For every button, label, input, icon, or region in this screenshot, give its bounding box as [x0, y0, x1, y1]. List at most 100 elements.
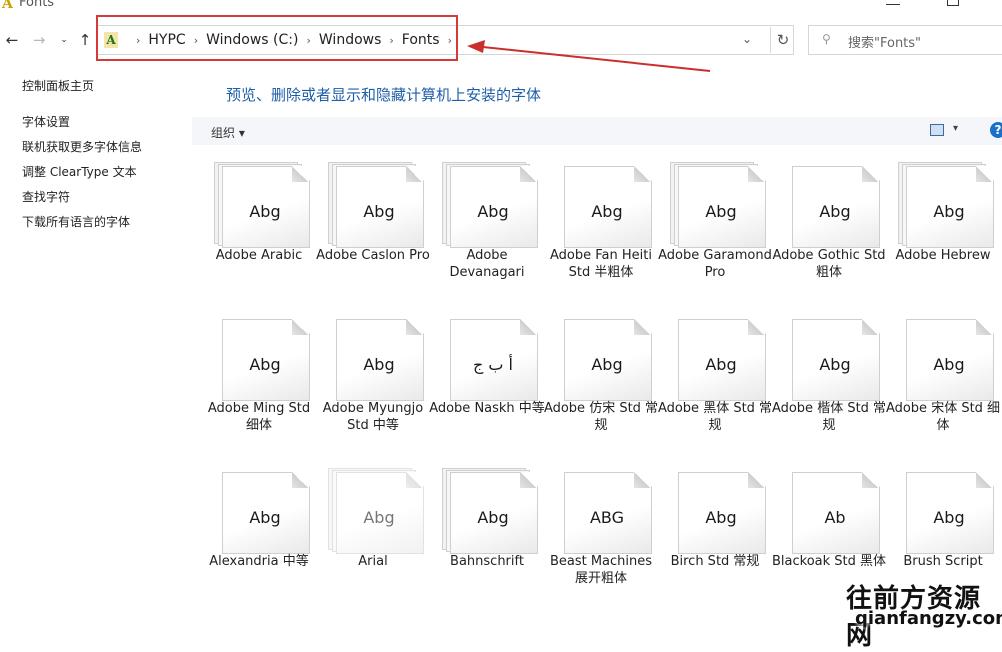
font-file-icon: Abg: [328, 315, 424, 401]
sidebar-link-online-font-info[interactable]: 联机获取更多字体信息: [22, 138, 142, 155]
font-tile[interactable]: Abg Adobe Arabic: [204, 150, 314, 300]
font-preview-glyph: Abg: [933, 354, 965, 374]
font-file-icon: Abg: [784, 315, 880, 401]
window-title: Fonts: [19, 0, 55, 10]
font-tile[interactable]: أ ب ج Adobe Naskh 中等: [429, 303, 545, 453]
font-preview-glyph: Abg: [363, 201, 395, 221]
font-preview-glyph: Abg: [477, 507, 509, 527]
font-preview-glyph: Abg: [363, 507, 395, 527]
font-file-icon: Abg: [784, 162, 880, 248]
font-preview-glyph: ABG: [589, 507, 625, 527]
font-file-icon: Abg: [328, 468, 424, 554]
help-icon[interactable]: ?: [990, 122, 1002, 138]
font-name-label: Adobe Gothic Std 粗体: [772, 248, 886, 280]
font-name-label: Bahnschrift: [450, 554, 524, 569]
sidebar-link-download-fonts[interactable]: 下载所有语言的字体: [22, 213, 130, 230]
font-preview-glyph: Abg: [933, 507, 965, 527]
font-file-icon: Abg: [556, 162, 652, 248]
font-file-icon: Abg: [670, 315, 766, 401]
font-tile[interactable]: Abg Alexandria 中等: [204, 456, 314, 606]
minimize-button[interactable]: [886, 0, 900, 5]
up-arrow-icon[interactable]: ↑: [76, 29, 94, 51]
font-name-label: Alexandria 中等: [209, 554, 309, 569]
font-name-label: Adobe 仿宋 Std 常规: [543, 401, 659, 433]
control-panel-home-link[interactable]: 控制面板主页: [22, 77, 94, 94]
organize-menu-button[interactable]: 组织 ▾: [211, 124, 245, 141]
font-file-icon: Abg: [214, 468, 310, 554]
font-file-icon: Abg: [898, 468, 994, 554]
page-title: 预览、删除或者显示和隐藏计算机上安装的字体: [226, 86, 542, 104]
font-name-label: Adobe 宋体 Std 细体: [885, 401, 1001, 433]
font-tile[interactable]: Abg Adobe Caslon Pro: [316, 150, 430, 300]
font-tile[interactable]: Abg Birch Std 常规: [660, 456, 770, 606]
font-tile[interactable]: Abg Adobe Gothic Std 粗体: [772, 150, 886, 300]
font-tile[interactable]: Abg Adobe Hebrew: [888, 150, 998, 300]
font-file-icon: Abg: [898, 315, 994, 401]
font-file-icon: ABG: [556, 468, 652, 554]
font-file-icon: Abg: [442, 468, 538, 554]
annotation-arrow: [467, 40, 711, 72]
font-preview-glyph: Abg: [705, 354, 737, 374]
font-tile[interactable]: Abg Arial: [318, 456, 428, 606]
view-options-caret-icon[interactable]: ▾: [953, 123, 958, 134]
font-tile[interactable]: Abg Adobe Garamond Pro: [658, 150, 772, 300]
font-file-icon: Abg: [898, 162, 994, 248]
font-preview-glyph: Abg: [591, 354, 623, 374]
font-preview-glyph: أ ب ج: [472, 354, 513, 374]
font-preview-glyph: Ab: [824, 507, 846, 527]
font-tile[interactable]: Abg Adobe Ming Std 细体: [204, 303, 314, 453]
font-preview-glyph: Abg: [819, 201, 851, 221]
font-file-icon: Abg: [214, 315, 310, 401]
font-preview-glyph: Abg: [705, 201, 737, 221]
maximize-button[interactable]: [947, 0, 959, 6]
search-placeholder: 搜索"Fonts": [848, 36, 922, 51]
font-tile[interactable]: Abg Bahnschrift: [432, 456, 542, 606]
font-file-icon: Abg: [328, 162, 424, 248]
font-name-label: Adobe Garamond Pro: [658, 248, 772, 280]
font-file-icon: Abg: [670, 162, 766, 248]
sidebar-link-cleartype[interactable]: 调整 ClearType 文本: [22, 163, 137, 180]
forward-arrow-icon[interactable]: →: [30, 29, 48, 51]
font-preview-glyph: Abg: [363, 354, 395, 374]
watermark-url: qianfangzy.com: [855, 608, 1002, 629]
sidebar-link-font-settings[interactable]: 字体设置: [22, 113, 70, 130]
font-name-label: Adobe Fan Heiti Std 半粗体: [550, 248, 652, 280]
font-tile[interactable]: Abg Adobe 楷体 Std 常规: [772, 303, 886, 453]
font-tile[interactable]: Abg Adobe 仿宋 Std 常规: [544, 303, 658, 453]
font-preview-glyph: Abg: [933, 201, 965, 221]
font-name-label: Adobe Hebrew: [895, 248, 991, 263]
font-file-icon: Abg: [214, 162, 310, 248]
font-tile[interactable]: Abg Adobe 黑体 Std 常规: [658, 303, 772, 453]
font-preview-glyph: Abg: [819, 354, 851, 374]
recent-locations-chevron-icon[interactable]: ⌄: [55, 29, 73, 51]
search-icon: ⚲: [822, 32, 831, 46]
font-name-label: Adobe Devanagari: [449, 248, 525, 280]
back-arrow-icon[interactable]: ←: [3, 29, 21, 51]
font-name-label: Adobe 楷体 Std 常规: [771, 401, 887, 433]
font-name-label: Brush Script: [903, 554, 983, 569]
font-preview-glyph: Abg: [249, 507, 281, 527]
font-file-icon: Ab: [784, 468, 880, 554]
refresh-icon[interactable]: ↻: [770, 27, 795, 53]
font-file-icon: أ ب ج: [442, 315, 538, 401]
address-dropdown-icon[interactable]: ⌄: [742, 32, 752, 46]
sidebar-link-find-character[interactable]: 查找字符: [22, 188, 70, 205]
font-name-label: Birch Std 常规: [670, 554, 760, 569]
font-preview-glyph: Abg: [477, 201, 509, 221]
font-tile[interactable]: Abg Adobe 宋体 Std 细体: [886, 303, 1000, 453]
font-tile[interactable]: Abg Adobe Devanagari: [432, 150, 542, 300]
font-name-label: Adobe Caslon Pro: [316, 248, 430, 263]
font-file-icon: Abg: [556, 315, 652, 401]
change-view-icon[interactable]: [930, 124, 944, 136]
font-name-label: Adobe Ming Std 细体: [207, 401, 311, 433]
font-name-label: Adobe Myungjo Std 中等: [322, 401, 424, 433]
font-preview-glyph: Abg: [249, 201, 281, 221]
font-name-label: Arial: [358, 554, 388, 569]
command-bar: [192, 117, 1002, 145]
font-tile[interactable]: Abg Adobe Fan Heiti Std 半粗体: [546, 150, 656, 300]
font-name-label: Beast Machines 展开粗体: [549, 554, 653, 586]
font-name-label: Adobe Arabic: [215, 248, 303, 263]
font-tile[interactable]: ABG Beast Machines 展开粗体: [546, 456, 656, 606]
font-file-icon: Abg: [442, 162, 538, 248]
font-tile[interactable]: Abg Adobe Myungjo Std 中等: [318, 303, 428, 453]
